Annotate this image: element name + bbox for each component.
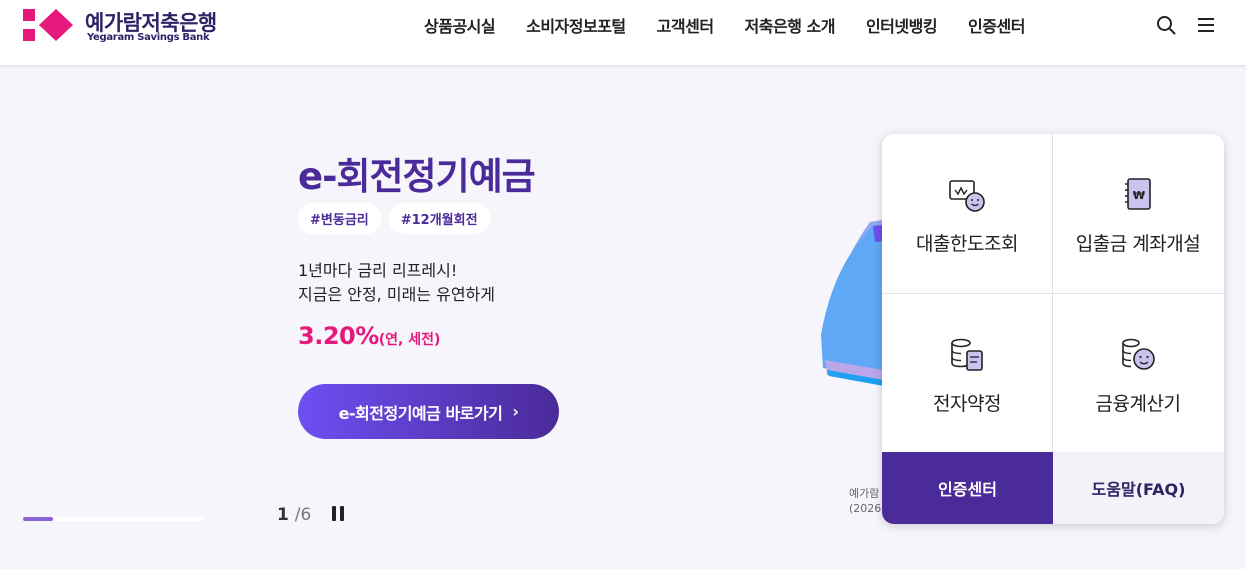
nav-item-auth-center[interactable]: 인증센터 <box>968 13 1025 37</box>
e-contract-icon <box>951 338 983 371</box>
hero-rate-note: (연, 세전) <box>378 332 441 348</box>
hero-tags: #변동금리 #12개월회전 <box>298 203 490 234</box>
slide-pager: 1 /6 <box>277 505 311 525</box>
logo-name-en: Yegaram Savings Bank <box>87 32 210 43</box>
nav-item-internet-banking[interactable]: 인터넷뱅킹 <box>866 13 938 37</box>
logo-mark-icon <box>23 9 73 41</box>
quick-item-label: 대출한도조회 <box>916 233 1018 255</box>
brand-logo[interactable]: 예가람저축은행 Yegaram Savings Bank <box>23 6 243 46</box>
slide-progress-bar <box>23 517 203 521</box>
hero-fine-print-line: 예가람 <box>849 487 880 500</box>
hero-rate: 3.20%(연, 세전) <box>298 322 440 350</box>
hero-desc-line: 지금은 안정, 미래는 유연하게 <box>298 285 495 304</box>
main-nav: 상품공시실 소비자정보포털 고객센터 저축은행 소개 인터넷뱅킹 인증센터 <box>424 13 1025 37</box>
hero-fine-print-line: (2026. <box>849 502 885 515</box>
chevron-right-icon: › <box>512 402 519 421</box>
pause-icon[interactable] <box>330 505 346 523</box>
hero-cta-label: e-회전정기예금 바로가기 <box>338 403 503 423</box>
quick-item-label: 금융계산기 <box>1095 393 1181 415</box>
hero-title: e-회전정기예금 <box>298 155 536 198</box>
hero-tag: #12개월회전 <box>388 203 490 234</box>
quick-item-calculator[interactable]: 금융계산기 <box>1053 294 1223 453</box>
quick-item-loan-limit[interactable]: 대출한도조회 <box>882 134 1052 293</box>
hero-fine-print: 예가람 (2026. <box>849 486 885 516</box>
slide-progress-fill <box>23 517 53 521</box>
quick-item-account-open[interactable]: ₩ 입출금 계좌개설 <box>1053 134 1223 293</box>
loan-limit-icon <box>949 180 985 212</box>
nav-item-about[interactable]: 저축은행 소개 <box>745 13 836 37</box>
search-icon[interactable] <box>1155 14 1177 36</box>
quick-item-e-contract[interactable]: 전자약정 <box>882 294 1052 453</box>
calculator-icon <box>1122 338 1155 370</box>
hero-description: 1년마다 금리 리프레시! 지금은 안정, 미래는 유연하게 <box>298 259 495 307</box>
hero-desc-line: 1년마다 금리 리프레시! <box>298 261 458 280</box>
hero-cta-button[interactable]: e-회전정기예금 바로가기 › <box>298 384 559 439</box>
nav-item-product-disclosure[interactable]: 상품공시실 <box>424 13 496 37</box>
site-header: 예가람저축은행 Yegaram Savings Bank 상품공시실 소비자정보… <box>0 0 1246 65</box>
passbook-icon: ₩ <box>1125 178 1151 210</box>
svg-text:₩: ₩ <box>1133 189 1145 202</box>
nav-item-customer-center[interactable]: 고객센터 <box>657 13 714 37</box>
hamburger-menu-icon[interactable] <box>1195 14 1217 36</box>
auth-center-button[interactable]: 인증센터 <box>882 452 1053 524</box>
hero-tag: #변동금리 <box>298 203 381 234</box>
quick-item-label: 입출금 계좌개설 <box>1075 233 1201 255</box>
nav-item-consumer-portal[interactable]: 소비자정보포털 <box>526 13 626 37</box>
slide-total: 6 <box>300 505 312 525</box>
slide-current: 1 <box>277 505 289 525</box>
hero-rate-value: 3.20% <box>298 322 379 350</box>
quick-menu-panel: 대출한도조회 ₩ 입출금 계좌개설 전자약정 금융계산기 인증센터 도움말(FA… <box>882 134 1224 524</box>
quick-item-label: 전자약정 <box>933 393 1001 415</box>
faq-button[interactable]: 도움말(FAQ) <box>1053 452 1224 524</box>
